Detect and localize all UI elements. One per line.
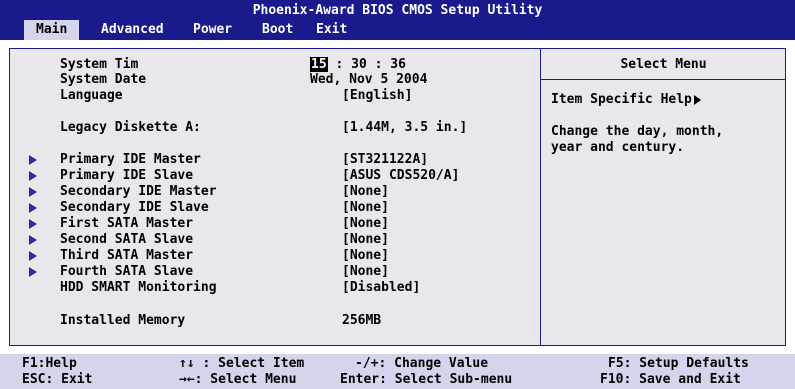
item-specific-help: Item Specific Help: [551, 92, 701, 107]
right-triangle-icon: [693, 94, 701, 105]
submenu-arrow-icon: [29, 235, 37, 245]
tab-boot[interactable]: Boot: [262, 20, 293, 40]
esc-exit-key: ESC: Exit: [22, 372, 93, 387]
fourth-sata-slave-label[interactable]: Fourth SATA Slave: [60, 264, 193, 280]
hdd-smart-label: HDD SMART Monitoring: [60, 280, 217, 295]
submenu-arrow-icon: [29, 251, 37, 261]
tab-power[interactable]: Power: [193, 20, 232, 40]
menu-bar: Main Advanced Power Boot Exit: [0, 20, 795, 40]
second-sata-slave-label[interactable]: Second SATA Slave: [60, 232, 193, 248]
first-sata-master-label[interactable]: First SATA Master: [60, 216, 193, 232]
system-time-hour[interactable]: 15: [310, 57, 328, 72]
help-title: Select Menu: [620, 57, 707, 72]
key-help-footer: F1:Help ESC: Exit ↑↓ : Select Item →←: S…: [0, 354, 795, 389]
select-submenu-key: Enter: Select Sub-menu: [340, 372, 513, 387]
language-value[interactable]: [English]: [342, 88, 412, 104]
f5-defaults-key: F5: Setup Defaults: [608, 356, 749, 371]
submenu-arrow-icon: [29, 219, 37, 229]
submenu-arrow-icon: [29, 203, 37, 213]
panel-divider: [540, 49, 541, 345]
first-sata-master-value: [None]: [342, 216, 389, 231]
installed-memory-label: Installed Memory: [60, 313, 186, 328]
third-sata-master-label[interactable]: Third SATA Master: [60, 248, 193, 264]
primary-ide-master-value: [ST321122A]: [342, 152, 429, 167]
third-sata-master-value: [None]: [342, 248, 389, 263]
secondary-ide-master-value: [None]: [342, 184, 389, 199]
change-value-key: -/+: Change Value: [355, 356, 489, 371]
select-item-key: ↑↓ : Select Item: [179, 356, 305, 371]
f1-help-key: F1:Help: [22, 356, 77, 371]
second-sata-slave-value: [None]: [342, 232, 389, 247]
system-date-label: System Date: [60, 72, 147, 87]
primary-ide-slave-label[interactable]: Primary IDE Slave: [60, 168, 193, 184]
primary-ide-master-label[interactable]: Primary IDE Master: [60, 152, 201, 168]
tab-exit[interactable]: Exit: [316, 20, 347, 40]
secondary-ide-slave-label[interactable]: Secondary IDE Slave: [60, 200, 209, 216]
help-separator: [541, 79, 786, 80]
installed-memory-value: 256MB: [342, 313, 382, 328]
legacy-diskette-value[interactable]: [1.44M, 3.5 in.]: [342, 120, 467, 136]
legacy-diskette-label: Legacy Diskette A:: [60, 120, 201, 135]
f10-save-exit-key: F10: Save and Exit: [600, 372, 741, 387]
system-date-value[interactable]: Wed, Nov 5 2004: [310, 72, 427, 88]
hdd-smart-value[interactable]: [Disabled]: [342, 280, 420, 296]
submenu-arrow-icon: [29, 187, 37, 197]
select-menu-key: →←: Select Menu: [179, 372, 297, 387]
submenu-arrow-icon: [29, 155, 37, 165]
submenu-arrow-icon: [29, 267, 37, 277]
primary-ide-slave-value: [ASUS CDS520/A]: [342, 168, 460, 183]
language-label: Language: [60, 88, 123, 103]
settings-panel: System Tim 15 : 30 : 36 System Date Wed,…: [9, 48, 786, 346]
system-time-label: System Tim: [60, 57, 139, 72]
system-time-value[interactable]: 15 : 30 : 36: [310, 57, 406, 73]
system-time-rest: : 30 : 36: [335, 57, 406, 72]
fourth-sata-slave-value: [None]: [342, 264, 389, 279]
item-specific-help-label: Item Specific Help: [551, 92, 692, 107]
window-title: Phoenix-Award BIOS CMOS Setup Utility: [0, 0, 795, 22]
submenu-arrow-icon: [29, 171, 37, 181]
help-text: Change the day, month, year and century.: [551, 124, 724, 155]
tab-advanced[interactable]: Advanced: [101, 20, 164, 40]
tab-main[interactable]: Main: [24, 20, 80, 40]
secondary-ide-master-label[interactable]: Secondary IDE Master: [60, 184, 217, 200]
secondary-ide-slave-value: [None]: [342, 200, 389, 215]
